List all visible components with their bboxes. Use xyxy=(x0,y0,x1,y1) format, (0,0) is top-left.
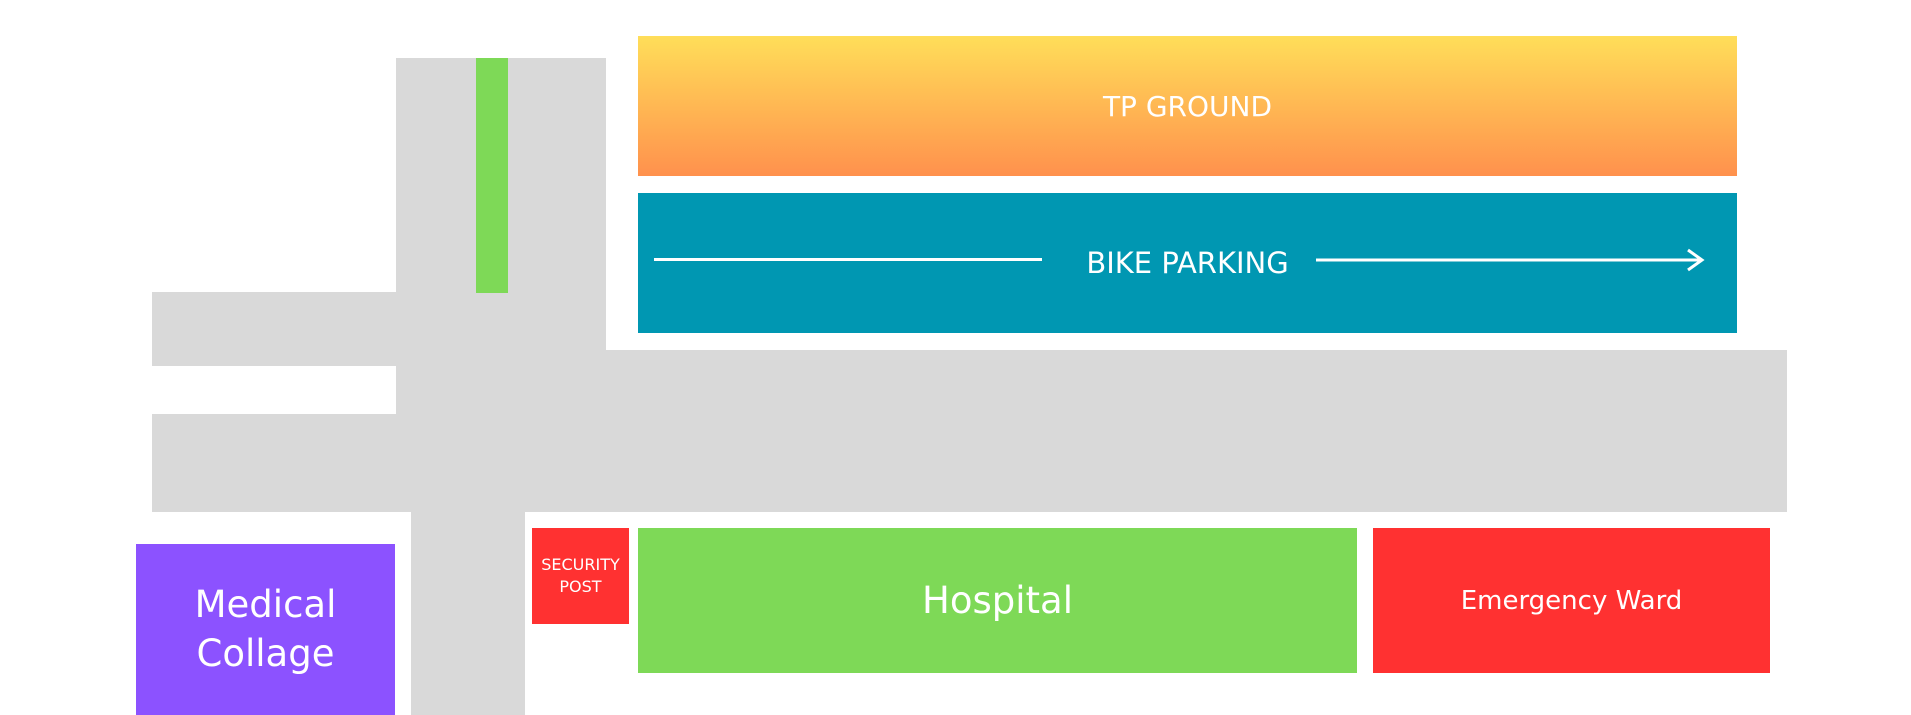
hospital-label: Hospital xyxy=(922,579,1073,622)
emergency-ward[interactable]: Emergency Ward xyxy=(1373,528,1770,673)
bike-parking-label: BIKE PARKING xyxy=(1086,246,1289,280)
road-divider xyxy=(476,58,508,293)
parking-line-left xyxy=(654,258,1042,261)
tp-ground[interactable]: TP GROUND xyxy=(638,36,1737,176)
road-west-spur xyxy=(152,292,400,366)
parking-arrow-icon xyxy=(1316,248,1705,272)
tp-ground-label: TP GROUND xyxy=(1102,89,1273,123)
hospital[interactable]: Hospital xyxy=(638,528,1357,673)
emergency-ward-label: Emergency Ward xyxy=(1460,585,1683,616)
security-post-label: SECURITY POST xyxy=(541,555,620,596)
road-vertical-south xyxy=(411,508,525,715)
road-west-lower xyxy=(152,414,400,512)
road-main xyxy=(396,350,1787,512)
medical-college[interactable]: Medical Collage xyxy=(136,544,395,715)
security-post[interactable]: SECURITY POST xyxy=(532,528,629,624)
medical-college-label: Medical Collage xyxy=(194,583,337,675)
